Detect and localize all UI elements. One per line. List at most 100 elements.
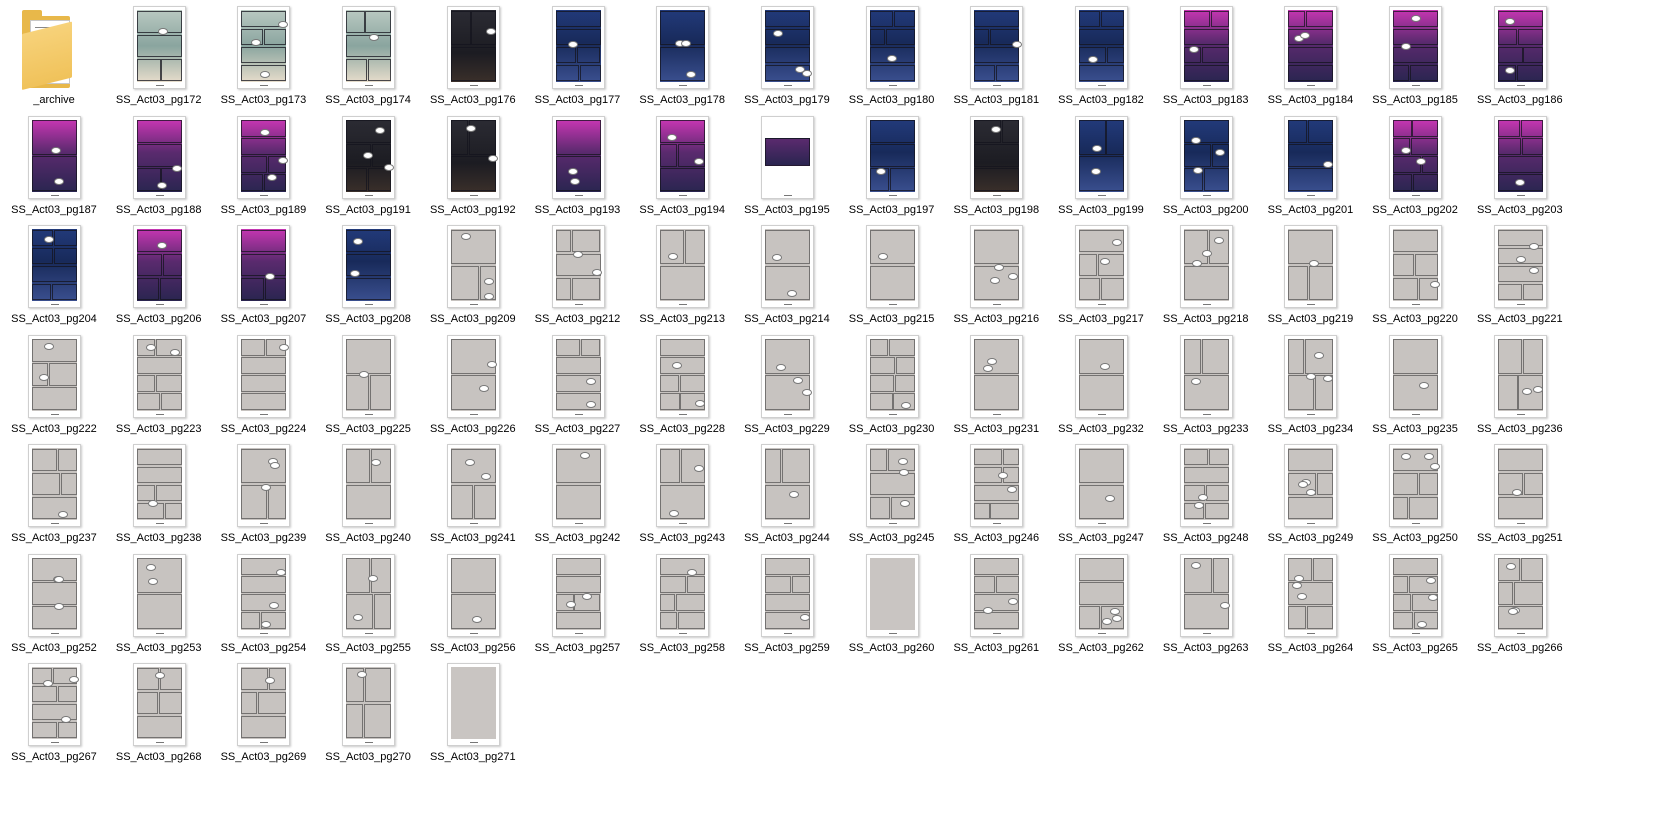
file-item[interactable]: SS_Act03_pg248 (1154, 440, 1258, 555)
file-item[interactable]: SS_Act03_pg225 (316, 331, 420, 446)
file-item[interactable]: SS_Act03_pg249 (1258, 440, 1362, 555)
file-item[interactable]: SS_Act03_pg265 (1363, 550, 1467, 665)
file-item[interactable]: SS_Act03_pg188 (107, 112, 211, 227)
file-item[interactable]: SS_Act03_pg254 (211, 550, 315, 665)
file-item[interactable]: SS_Act03_pg199 (1049, 112, 1153, 227)
file-item[interactable]: SS_Act03_pg239 (211, 440, 315, 555)
file-item[interactable]: SS_Act03_pg202 (1363, 112, 1467, 227)
file-item[interactable]: SS_Act03_pg244 (735, 440, 839, 555)
file-item[interactable]: SS_Act03_pg206 (107, 221, 211, 336)
file-item[interactable]: SS_Act03_pg200 (1154, 112, 1258, 227)
file-item[interactable]: SS_Act03_pg218 (1154, 221, 1258, 336)
file-item[interactable]: SS_Act03_pg186 (1468, 2, 1572, 117)
file-item[interactable]: SS_Act03_pg212 (526, 221, 630, 336)
file-item[interactable]: SS_Act03_pg256 (421, 550, 525, 665)
file-item[interactable]: SS_Act03_pg261 (944, 550, 1048, 665)
file-item[interactable]: SS_Act03_pg173 (211, 2, 315, 117)
file-item[interactable]: SS_Act03_pg240 (316, 440, 420, 555)
file-item[interactable]: SS_Act03_pg214 (735, 221, 839, 336)
file-item[interactable]: SS_Act03_pg182 (1049, 2, 1153, 117)
file-item[interactable]: SS_Act03_pg177 (526, 2, 630, 117)
file-item[interactable]: SS_Act03_pg257 (526, 550, 630, 665)
file-item[interactable]: SS_Act03_pg201 (1258, 112, 1362, 227)
file-item[interactable]: SS_Act03_pg247 (1049, 440, 1153, 555)
file-item[interactable]: SS_Act03_pg181 (944, 2, 1048, 117)
file-explorer-view[interactable]: _archive SS_Act03_pg172 SS_Act03_pg173 SS_A… (0, 0, 1674, 831)
file-item[interactable]: SS_Act03_pg269 (211, 659, 315, 774)
file-item[interactable]: SS_Act03_pg185 (1363, 2, 1467, 117)
file-name: SS_Act03_pg248 (1162, 532, 1249, 544)
file-item[interactable]: SS_Act03_pg242 (526, 440, 630, 555)
file-item[interactable]: SS_Act03_pg222 (2, 331, 106, 446)
file-item[interactable]: SS_Act03_pg189 (211, 112, 315, 227)
file-item[interactable]: SS_Act03_pg228 (630, 331, 734, 446)
file-item[interactable]: SS_Act03_pg266 (1468, 550, 1572, 665)
file-item[interactable]: SS_Act03_pg187 (2, 112, 106, 227)
file-item[interactable]: SS_Act03_pg183 (1154, 2, 1258, 117)
file-item[interactable]: SS_Act03_pg197 (840, 112, 944, 227)
file-item[interactable]: SS_Act03_pg238 (107, 440, 211, 555)
file-item[interactable]: SS_Act03_pg221 (1468, 221, 1572, 336)
file-item[interactable]: SS_Act03_pg271 (421, 659, 525, 774)
file-item[interactable]: SS_Act03_pg198 (944, 112, 1048, 227)
file-item[interactable]: SS_Act03_pg237 (2, 440, 106, 555)
file-item[interactable]: SS_Act03_pg215 (840, 221, 944, 336)
file-item[interactable]: SS_Act03_pg232 (1049, 331, 1153, 446)
file-item[interactable]: SS_Act03_pg203 (1468, 112, 1572, 227)
file-item[interactable]: SS_Act03_pg193 (526, 112, 630, 227)
file-item[interactable]: SS_Act03_pg195 (735, 112, 839, 227)
file-item[interactable]: SS_Act03_pg263 (1154, 550, 1258, 665)
file-name: SS_Act03_pg187 (11, 203, 97, 216)
file-item[interactable]: SS_Act03_pg227 (526, 331, 630, 446)
file-item[interactable]: SS_Act03_pg243 (630, 440, 734, 555)
file-item[interactable]: SS_Act03_pg252 (2, 550, 106, 665)
page-thumbnail-icon (132, 225, 186, 308)
file-item[interactable]: SS_Act03_pg220 (1363, 221, 1467, 336)
file-item[interactable]: SS_Act03_pg209 (421, 221, 525, 336)
file-item[interactable]: SS_Act03_pg253 (107, 550, 211, 665)
file-item[interactable]: SS_Act03_pg270 (316, 659, 420, 774)
file-item[interactable]: SS_Act03_pg234 (1258, 331, 1362, 446)
file-item[interactable]: SS_Act03_pg250 (1363, 440, 1467, 555)
file-item[interactable]: SS_Act03_pg233 (1154, 331, 1258, 446)
file-name: SS_Act03_pg238 (115, 532, 202, 544)
file-item[interactable]: SS_Act03_pg268 (107, 659, 211, 774)
file-item[interactable]: SS_Act03_pg208 (316, 221, 420, 336)
file-item[interactable]: SS_Act03_pg226 (421, 331, 525, 446)
file-item[interactable]: SS_Act03_pg219 (1258, 221, 1362, 336)
file-item[interactable]: SS_Act03_pg191 (316, 112, 420, 227)
file-item[interactable]: SS_Act03_pg229 (735, 331, 839, 446)
file-item[interactable]: SS_Act03_pg192 (421, 112, 525, 227)
file-item[interactable]: SS_Act03_pg259 (735, 550, 839, 665)
file-item[interactable]: SS_Act03_pg179 (735, 2, 839, 117)
file-item[interactable]: SS_Act03_pg217 (1049, 221, 1153, 336)
file-item[interactable]: SS_Act03_pg184 (1258, 2, 1362, 117)
file-item[interactable]: SS_Act03_pg260 (840, 550, 944, 665)
file-item[interactable]: SS_Act03_pg246 (944, 440, 1048, 555)
file-item[interactable]: SS_Act03_pg176 (421, 2, 525, 117)
file-item[interactable]: SS_Act03_pg223 (107, 331, 211, 446)
file-item[interactable]: SS_Act03_pg264 (1258, 550, 1362, 665)
file-item[interactable]: SS_Act03_pg174 (316, 2, 420, 117)
file-item[interactable]: SS_Act03_pg262 (1049, 550, 1153, 665)
file-item[interactable]: SS_Act03_pg180 (840, 2, 944, 117)
file-item[interactable]: SS_Act03_pg236 (1468, 331, 1572, 446)
file-item[interactable]: SS_Act03_pg245 (840, 440, 944, 555)
file-item[interactable]: SS_Act03_pg258 (630, 550, 734, 665)
file-item[interactable]: SS_Act03_pg172 (107, 2, 211, 117)
file-item[interactable]: SS_Act03_pg213 (630, 221, 734, 336)
folder-item[interactable]: _archive (2, 2, 106, 117)
file-item[interactable]: SS_Act03_pg251 (1468, 440, 1572, 555)
file-item[interactable]: SS_Act03_pg241 (421, 440, 525, 555)
file-item[interactable]: SS_Act03_pg267 (2, 659, 106, 774)
file-item[interactable]: SS_Act03_pg231 (944, 331, 1048, 446)
file-item[interactable]: SS_Act03_pg207 (211, 221, 315, 336)
file-item[interactable]: SS_Act03_pg194 (630, 112, 734, 227)
file-item[interactable]: SS_Act03_pg255 (316, 550, 420, 665)
file-item[interactable]: SS_Act03_pg230 (840, 331, 944, 446)
file-item[interactable]: SS_Act03_pg216 (944, 221, 1048, 336)
file-item[interactable]: SS_Act03_pg204 (2, 221, 106, 336)
file-item[interactable]: SS_Act03_pg224 (211, 331, 315, 446)
file-item[interactable]: SS_Act03_pg178 (630, 2, 734, 117)
file-item[interactable]: SS_Act03_pg235 (1363, 331, 1467, 446)
